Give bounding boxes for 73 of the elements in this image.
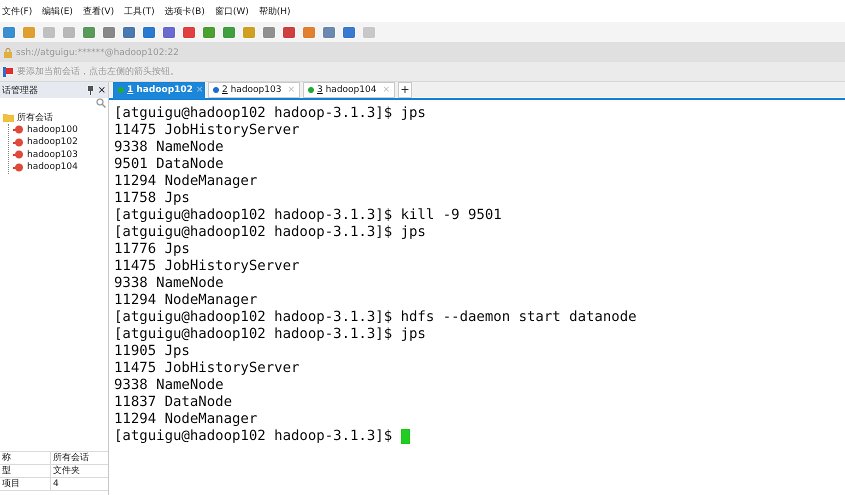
- toolbar-icon[interactable]: [143, 26, 155, 38]
- terminal-line: [atguigu@hadoop102 hadoop-3.1.3]$ jps: [114, 105, 426, 122]
- lock-icon: [4, 48, 12, 58]
- terminal-line: 11294 NodeManager: [114, 411, 258, 428]
- terminal-line: [atguigu@hadoop102 hadoop-3.1.3]$ jps: [114, 224, 426, 241]
- terminal-line: 11475 JobHistoryServer: [114, 258, 300, 275]
- terminal-line: 11776 Jps: [114, 241, 190, 258]
- close-button[interactable]: ×: [98, 84, 106, 96]
- pin-icon[interactable]: [86, 86, 94, 94]
- menu-item[interactable]: 窗口(W): [214, 4, 249, 18]
- toolbar-icon[interactable]: [163, 26, 175, 38]
- toolbar-icon[interactable]: [103, 26, 115, 38]
- hint-text: 要添加当前会话，点击左侧的箭头按钮。: [17, 66, 179, 78]
- toolbar-icon[interactable]: [123, 26, 135, 38]
- toolbar-icon[interactable]: [63, 26, 75, 38]
- property-name: 称: [0, 452, 51, 464]
- terminal-line: 11758 Jps: [114, 190, 190, 207]
- property-value: 4: [52, 478, 60, 490]
- session-tab[interactable]: 3 hadoop104 ×: [303, 82, 395, 98]
- property-name: 项目: [0, 478, 51, 490]
- menu-item[interactable]: 帮助(H): [258, 4, 291, 18]
- tree-item[interactable]: 所有会话: [17, 110, 53, 124]
- tree-item[interactable]: hadoop103: [27, 150, 78, 160]
- terminal-line: 11294 NodeManager: [114, 292, 258, 309]
- terminal-line: [atguigu@hadoop102 hadoop-3.1.3]$ jps: [114, 326, 426, 343]
- menu-item[interactable]: 查看(V): [82, 4, 114, 18]
- property-value: 所有会话: [52, 452, 90, 464]
- toolbar-icon[interactable]: [343, 26, 355, 38]
- toolbar-icon[interactable]: [3, 26, 15, 38]
- address-text: ssh://atguigu:******@hadoop102:22: [16, 48, 179, 58]
- terminal-line: 9501 DataNode: [114, 156, 224, 173]
- property-value: 文件夹: [52, 465, 81, 477]
- terminal-line: 9338 NameNode: [114, 377, 224, 394]
- toolbar-icon[interactable]: [23, 26, 35, 38]
- menu-item[interactable]: 工具(T): [124, 4, 155, 18]
- terminal-line: 11905 Jps: [114, 343, 190, 360]
- terminal-line: 11475 JobHistoryServer: [114, 122, 300, 139]
- toolbar-icon[interactable]: [243, 26, 255, 38]
- menu-item[interactable]: 编辑(E): [42, 4, 73, 18]
- tree-item[interactable]: hadoop104: [27, 162, 78, 172]
- terminal-line: 11837 DataNode: [114, 394, 232, 411]
- session-tab[interactable]: 1 hadoop102 ×: [113, 82, 205, 98]
- menu-item[interactable]: 文件(F): [2, 4, 32, 18]
- toolbar-icon[interactable]: [283, 26, 295, 38]
- menu-item[interactable]: 选项卡(B): [164, 4, 205, 18]
- toolbar-icon[interactable]: [83, 26, 95, 38]
- property-name: 型: [0, 465, 51, 477]
- session-icon: [13, 125, 24, 134]
- terminal-line: 9338 NameNode: [114, 139, 224, 156]
- session-icon: [13, 138, 24, 147]
- terminal-line: [atguigu@hadoop102 hadoop-3.1.3]$: [114, 428, 394, 445]
- toolbar-icon[interactable]: [183, 26, 195, 38]
- terminal-line: [atguigu@hadoop102 hadoop-3.1.3]$ kill -9 9501: [114, 207, 502, 224]
- toolbar-icon[interactable]: [263, 26, 275, 38]
- tree-item[interactable]: hadoop100: [27, 124, 78, 135]
- toolbar-icon[interactable]: [223, 26, 235, 38]
- tree-item[interactable]: hadoop102: [27, 137, 78, 148]
- new-tab-button[interactable]: +: [398, 82, 412, 98]
- terminal-line: [atguigu@hadoop102 hadoop-3.1.3]$ hdfs --daemon start datanode: [114, 309, 637, 326]
- panel-title: 话管理器: [2, 84, 39, 96]
- toolbar-icon[interactable]: [303, 26, 315, 38]
- session-tab[interactable]: 2 hadoop103 ×: [208, 82, 300, 98]
- terminal-line: 11475 JobHistoryServer: [114, 360, 300, 377]
- terminal[interactable]: [109, 100, 845, 495]
- folder-icon: [3, 112, 14, 122]
- search-icon[interactable]: [96, 98, 106, 108]
- session-icon: [13, 162, 24, 172]
- toolbar-icon[interactable]: [203, 26, 215, 38]
- terminal-line: 9338 NameNode: [114, 275, 224, 292]
- session-icon: [13, 150, 24, 160]
- flag-icon: [3, 66, 13, 76]
- terminal-line: 11294 NodeManager: [114, 173, 258, 190]
- toolbar-icon[interactable]: [323, 26, 335, 38]
